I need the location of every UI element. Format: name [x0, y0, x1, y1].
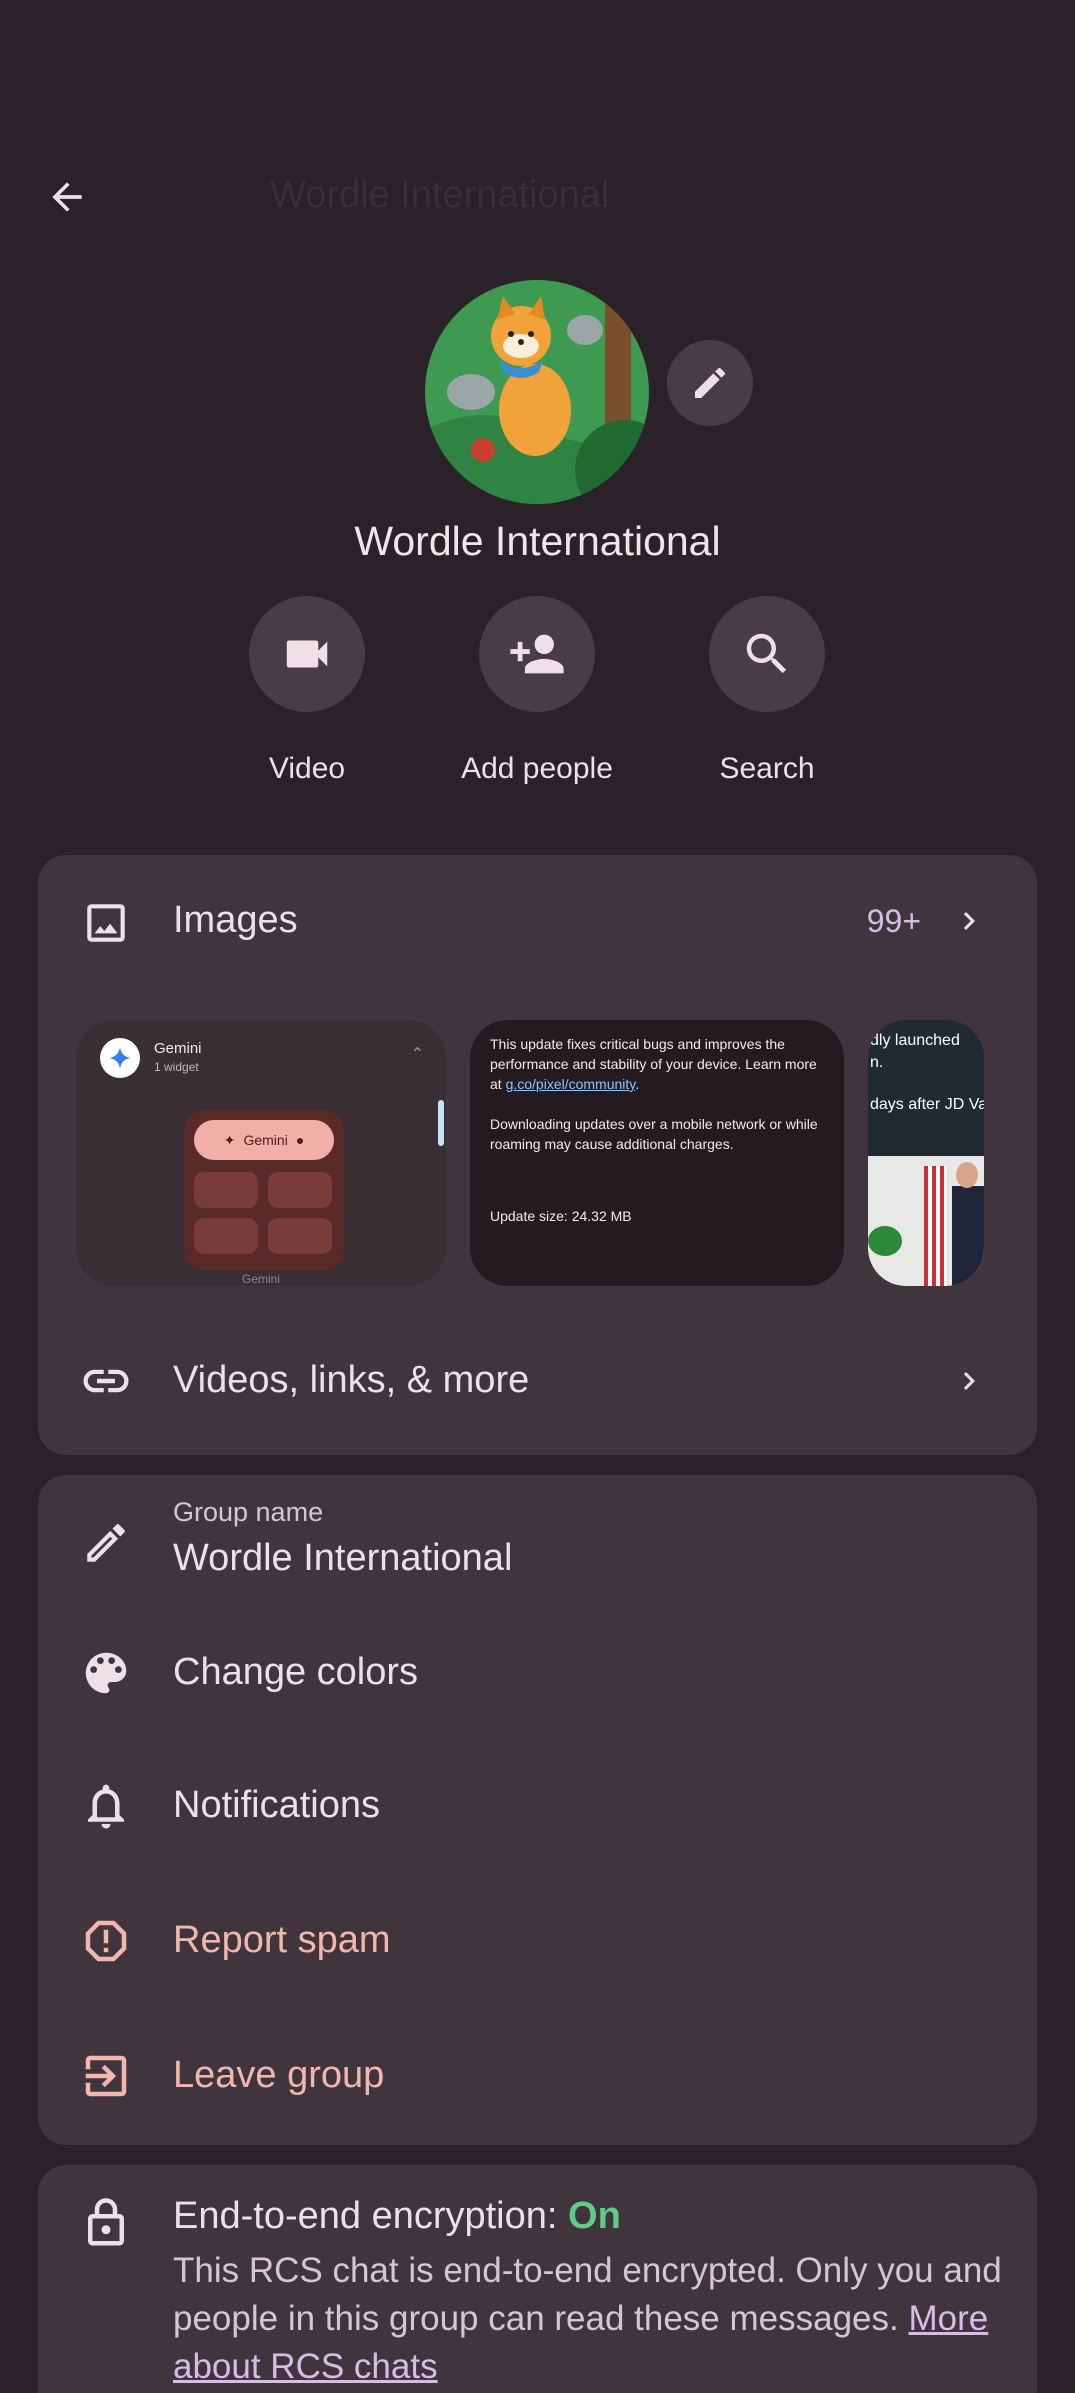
videos-links-row[interactable]: Videos, links, & more [38, 1315, 1037, 1445]
pencil-icon [695, 367, 726, 398]
scroll-handle [438, 1100, 444, 1146]
group-name-title: Wordle International [354, 518, 721, 564]
report-spam-row[interactable]: Report spam [38, 1873, 1037, 2003]
edit-avatar-button[interactable] [667, 340, 753, 426]
video-button-circle[interactable] [249, 596, 365, 712]
search-label: Search [719, 752, 815, 785]
settings-card: Group name Wordle International Change c… [38, 1475, 1037, 2145]
notifications-label: Notifications [173, 1784, 380, 1826]
chevron-right-icon [963, 912, 975, 930]
images-row[interactable]: Images 99+ [38, 855, 1037, 990]
thumbnail-update[interactable]: This update fixes critical bugs and impr… [470, 1020, 844, 1286]
video-label: Video [268, 752, 346, 785]
bell-icon [78, 1778, 134, 1834]
encryption-status: On [568, 2195, 621, 2237]
add-people-button-circle[interactable] [479, 596, 595, 712]
gemini-app-name: Gemini [154, 1040, 202, 1057]
images-label: Images [173, 899, 298, 941]
add-people-button[interactable]: Add people [452, 596, 622, 786]
gemini-star-icon [109, 1047, 131, 1069]
news-text: dly launched n. days after JD Va [870, 1032, 984, 1113]
logout-icon [78, 2048, 134, 2104]
news-photo [868, 1156, 984, 1286]
back-button[interactable] [30, 160, 104, 234]
gemini-widget-count: 1 widget [154, 1060, 199, 1074]
arrow-left-icon [52, 182, 82, 212]
encryption-card: End-to-end encryption: On This RCS chat … [38, 2165, 1037, 2393]
search-icon [746, 633, 787, 674]
lock-icon [78, 2195, 134, 2251]
update-size: Update size: 24.32 MB [490, 1208, 632, 1224]
pencil-icon [78, 1515, 134, 1571]
chevron-right-icon [963, 1372, 975, 1390]
change-colors-row[interactable]: Change colors [38, 1605, 1037, 1735]
encryption-title: End-to-end encryption: On [173, 2195, 621, 2237]
update-text: This update fixes critical bugs and impr… [490, 1036, 818, 1152]
gemini-widget: ✦ Gemini ● [184, 1110, 344, 1270]
person-add-icon [510, 634, 564, 674]
report-spam-label: Report spam [173, 1919, 391, 1961]
add-people-label: Add people [461, 752, 613, 785]
search-button[interactable]: Search [682, 596, 852, 786]
videocam-icon [286, 640, 328, 668]
search-button-circle[interactable] [709, 596, 825, 712]
image-icon [78, 895, 134, 951]
video-button[interactable]: Video [222, 596, 392, 786]
group-name-label: Group name [173, 1497, 324, 1527]
leave-group-row[interactable]: Leave group [38, 2008, 1037, 2138]
notifications-row[interactable]: Notifications [38, 1738, 1037, 1868]
leave-group-label: Leave group [173, 2054, 385, 2096]
group-name-row[interactable]: Group name Wordle International [38, 1475, 1037, 1605]
videos-links-label: Videos, links, & more [173, 1359, 530, 1401]
image-thumbnails: Gemini 1 widget ⌃ ✦ Gemini ● Gemini This u… [76, 1020, 984, 1286]
gemini-pill-label: Gemini [243, 1132, 288, 1148]
link-icon [78, 1353, 134, 1409]
thumbnail-news[interactable]: dly launched n. days after JD Va [868, 1020, 984, 1286]
group-name-value: Wordle International [173, 1537, 513, 1579]
encryption-description: This RCS chat is end-to-end encrypted. O… [173, 2251, 1002, 2386]
group-avatar[interactable] [425, 280, 649, 504]
media-card: Images 99+ Gemini 1 widget ⌃ ✦ Gemini ● Ge… [38, 855, 1037, 1455]
change-colors-label: Change colors [173, 1651, 419, 1693]
palette-icon [78, 1645, 134, 1701]
report-octagon-icon [78, 1913, 134, 1969]
chevron-up-icon: ⌃ [410, 1046, 424, 1063]
thumbnail-gemini[interactable]: Gemini 1 widget ⌃ ✦ Gemini ● Gemini [76, 1020, 446, 1286]
header-title: Wordle International [270, 174, 610, 216]
gemini-caption: Gemini [241, 1272, 280, 1286]
images-count: 99+ [866, 903, 921, 939]
